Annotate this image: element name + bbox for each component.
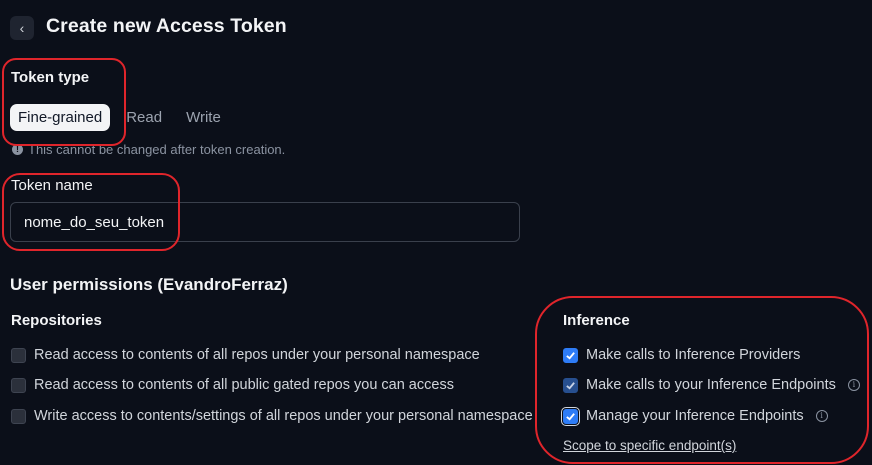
repo-read-personal-row: Read access to contents of all repos und… (11, 347, 480, 363)
tab-read[interactable]: Read (118, 104, 170, 131)
scope-endpoints-link[interactable]: Scope to specific endpoint(s) (563, 438, 736, 453)
check-icon (566, 412, 575, 421)
hint-text: This cannot be changed after token creat… (28, 142, 286, 157)
repo-write-personal-checkbox[interactable] (11, 408, 26, 424)
manage-endpoints-label: Manage your Inference Endpoints (586, 408, 804, 424)
manage-endpoints-row: Manage your Inference Endpoints i (561, 406, 828, 426)
manage-endpoints-checkbox[interactable] (561, 406, 580, 426)
repo-write-personal-row: Write access to contents/settings of all… (11, 408, 533, 424)
repo-read-gated-row: Read access to contents of all public ga… (11, 377, 454, 393)
check-icon (566, 381, 575, 390)
page-title: Create new Access Token (46, 15, 287, 37)
back-button[interactable]: ‹ (10, 16, 34, 40)
info-icon[interactable]: i (815, 410, 828, 422)
inference-endpoints-calls-row: Make calls to your Inference Endpoints i (563, 377, 860, 393)
inference-providers-checkbox[interactable] (563, 347, 578, 363)
token-name-label: Token name (11, 177, 93, 194)
token-name-input[interactable] (10, 202, 520, 242)
check-icon (566, 351, 575, 360)
repo-read-personal-checkbox[interactable] (11, 347, 26, 363)
token-type-tabs: Fine-grained Read Write (10, 104, 237, 131)
tab-fine-grained[interactable]: Fine-grained (10, 104, 111, 131)
inference-providers-row: Make calls to Inference Providers (563, 347, 800, 363)
repo-write-personal-label: Write access to contents/settings of all… (34, 408, 533, 424)
inference-endpoints-calls-label: Make calls to your Inference Endpoints (586, 377, 836, 393)
repositories-label: Repositories (11, 312, 102, 329)
tab-write[interactable]: Write (178, 104, 229, 131)
create-token-page: ‹ Create new Access Token Token type Fin… (0, 0, 872, 465)
user-permissions-title: User permissions (EvandroFerraz) (10, 275, 288, 294)
token-type-hint: ! This cannot be changed after token cre… (12, 142, 285, 157)
info-icon[interactable]: i (847, 379, 860, 391)
inference-providers-label: Make calls to Inference Providers (586, 347, 801, 363)
chevron-left-icon: ‹ (19, 20, 25, 36)
inference-endpoints-calls-checkbox[interactable] (563, 377, 578, 393)
info-circle-icon: ! (12, 144, 23, 155)
token-type-label: Token type (11, 69, 90, 86)
repo-read-gated-checkbox[interactable] (11, 377, 26, 393)
repo-read-gated-label: Read access to contents of all public ga… (34, 377, 454, 393)
repo-read-personal-label: Read access to contents of all repos und… (34, 347, 480, 363)
inference-label: Inference (563, 312, 630, 329)
